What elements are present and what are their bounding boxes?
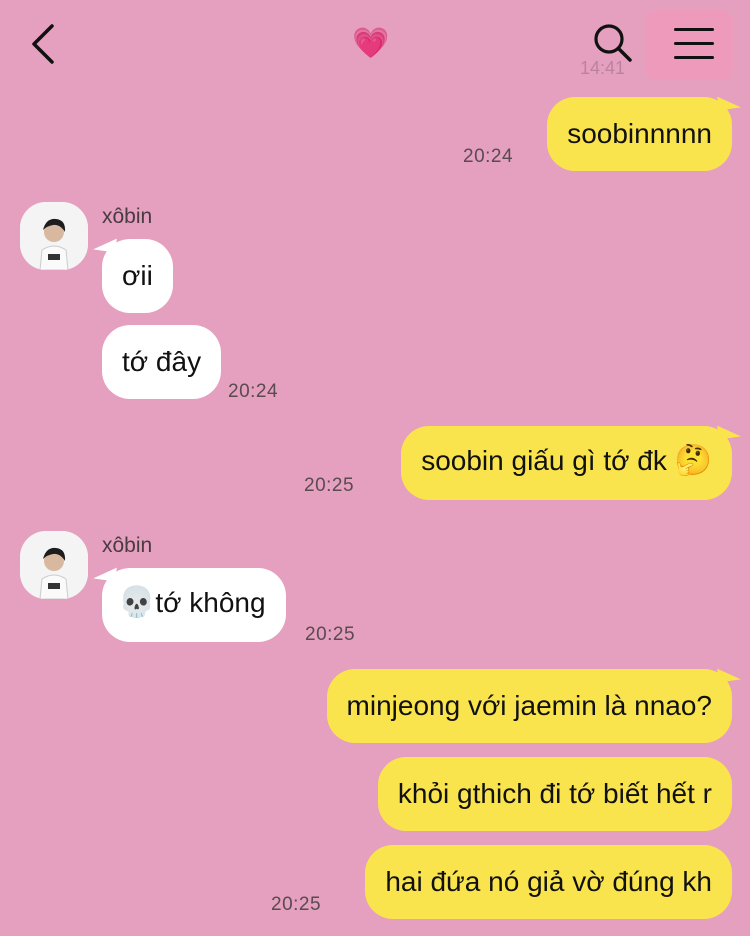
menu-button[interactable] [645,10,733,80]
avatar[interactable] [20,531,88,599]
avatar-image [20,202,88,270]
message-time: 20:25 [304,475,355,496]
menu-icon-bar [674,42,714,45]
message-text: ơii [122,260,153,291]
message-time: 20:24 [228,381,279,402]
sender-name: xôbin [102,534,153,557]
search-button[interactable] [592,22,634,64]
message-time: 20:24 [463,146,514,167]
back-button[interactable] [26,22,66,66]
message-text: soobin giấu gì tớ đk [421,445,667,476]
menu-icon-bar [674,56,714,59]
message-text: tớ không [155,587,266,618]
hamburger-menu-icon [674,28,714,31]
message-text: khỏi gthich đi tớ biết hết r [397,778,712,809]
message-bubble-outgoing[interactable]: soobinnnnn [547,97,732,171]
message-text: tớ đây [122,346,202,377]
skull-emoji: 💀 [118,585,156,620]
message-bubble-incoming[interactable]: 💀tớ không [102,568,286,642]
chat-header: 💗 14:41 [0,0,750,90]
message-time: 20:25 [305,624,356,645]
thinking-face-emoji: 🤔 [674,443,712,478]
message-text: hai đứa nó giả vờ đúng kh [385,866,712,897]
chat-title-heart-emoji: 💗 [352,26,390,61]
message-bubble-outgoing[interactable]: hai đứa nó giả vờ đúng kh [365,845,732,919]
message-bubble-outgoing[interactable]: minjeong với jaemin là nnao? [326,669,732,743]
chevron-left-icon [32,24,54,64]
message-text: soobinnnnn [567,118,712,149]
message-bubble-outgoing[interactable]: khỏi gthich đi tớ biết hết r [377,757,732,831]
message-bubble-incoming[interactable]: ơii [102,239,173,313]
search-icon [594,24,632,62]
message-time: 20:25 [271,894,322,915]
avatar[interactable] [20,202,88,270]
message-bubble-incoming[interactable]: tớ đây [102,325,222,399]
message-bubble-outgoing[interactable]: soobin giấu gì tớ đk 🤔 [401,426,732,500]
message-text: minjeong với jaemin là nnao? [346,690,712,721]
avatar-image [20,531,88,599]
sender-name: xôbin [102,205,153,228]
